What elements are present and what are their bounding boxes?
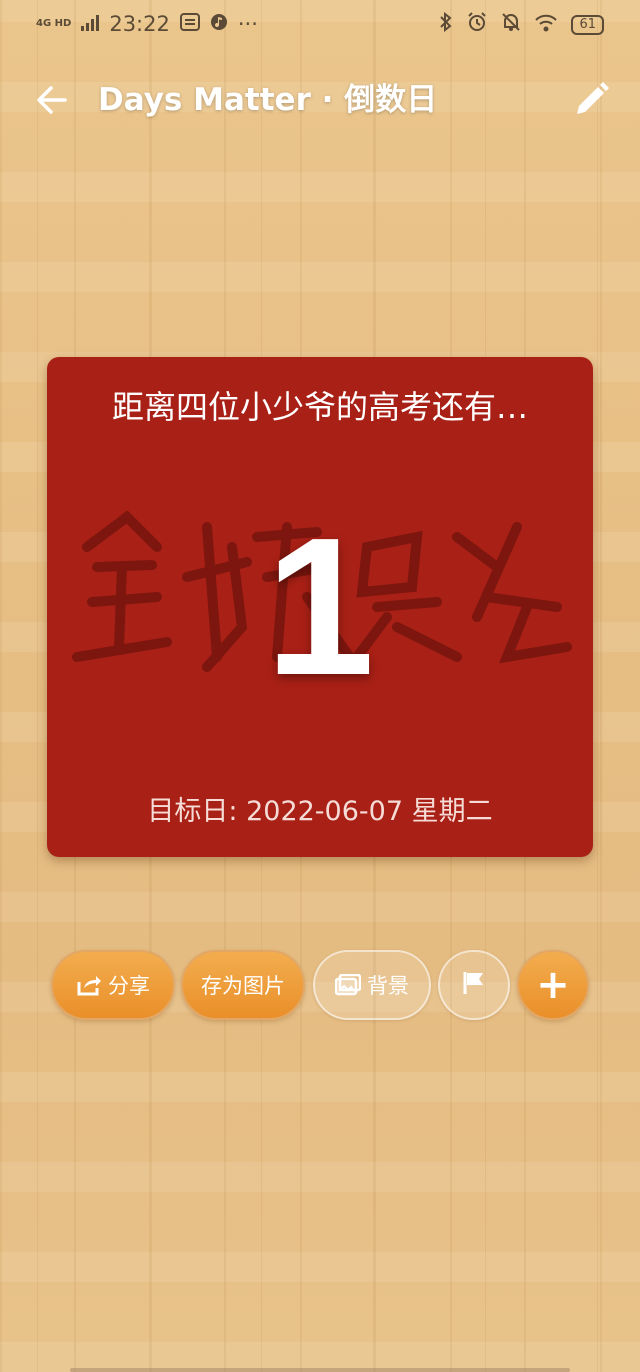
signal-icon bbox=[81, 12, 100, 36]
event-title: 距离四位小少爷的高考还有… bbox=[111, 388, 528, 426]
battery-indicator: 61 bbox=[571, 14, 604, 35]
add-icon: + bbox=[536, 962, 570, 1008]
bottom-gesture-bar bbox=[70, 1368, 570, 1372]
days-remaining: 1 bbox=[265, 497, 375, 716]
mute-icon bbox=[501, 12, 521, 37]
countdown-card[interactable]: 距离四位小少爷的高考还有… 1 目标日: 2022-06-07 星期二 bbox=[47, 357, 593, 857]
share-icon bbox=[76, 974, 102, 996]
sim-card-icon bbox=[179, 12, 200, 36]
app-bar: Days Matter · 倒数日 bbox=[0, 60, 640, 140]
share-button[interactable]: 分享 bbox=[51, 950, 175, 1020]
edit-button[interactable] bbox=[572, 78, 616, 122]
save-image-button[interactable]: 存为图片 bbox=[181, 950, 305, 1020]
clock-text: 23:22 bbox=[109, 12, 170, 36]
background-button[interactable]: 背景 bbox=[313, 950, 431, 1020]
status-bar: 4G HD 23:22 ··· 61 bbox=[0, 0, 640, 50]
target-date: 目标日: 2022-06-07 星期二 bbox=[147, 796, 493, 827]
add-button[interactable]: + bbox=[517, 950, 589, 1020]
save-image-label: 存为图片 bbox=[201, 974, 285, 998]
wifi-icon bbox=[535, 13, 558, 37]
pencil-icon bbox=[577, 82, 609, 114]
back-button[interactable] bbox=[30, 78, 74, 122]
network-indicator: 4G HD bbox=[36, 18, 72, 29]
image-icon bbox=[335, 974, 361, 996]
app-title: Days Matter · 倒数日 bbox=[98, 82, 438, 118]
arrow-left-icon bbox=[37, 86, 67, 114]
background-label: 背景 bbox=[367, 974, 409, 998]
flag-icon bbox=[462, 970, 486, 1001]
more-notifications-indicator: ··· bbox=[237, 12, 258, 36]
bluetooth-icon bbox=[439, 11, 453, 37]
flag-button[interactable] bbox=[438, 950, 510, 1020]
share-label: 分享 bbox=[108, 974, 150, 998]
action-bar: 分享 存为图片 背景 + bbox=[0, 950, 640, 1022]
alarm-icon bbox=[467, 12, 487, 37]
music-notification-icon bbox=[210, 12, 228, 36]
